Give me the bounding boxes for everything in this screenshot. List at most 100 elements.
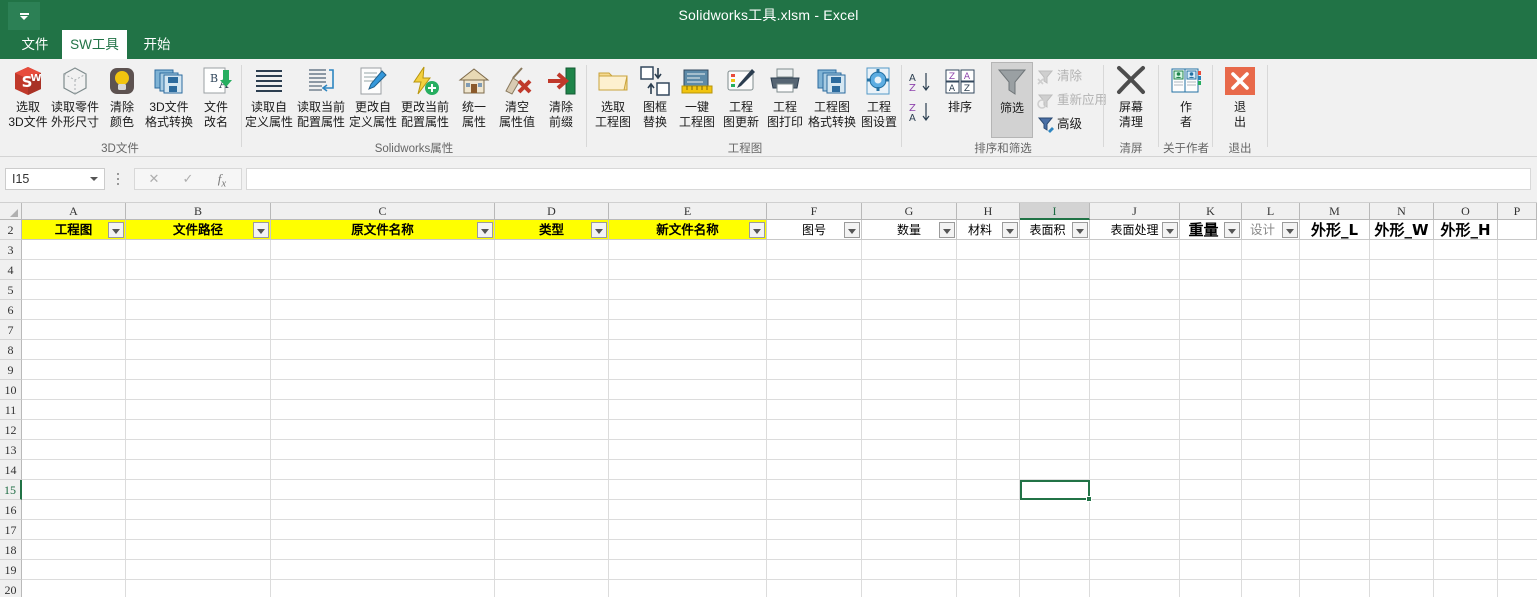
column-header-C[interactable]: C — [271, 203, 495, 220]
filter-dropdown-D[interactable] — [591, 222, 607, 238]
header-cell-L2[interactable]: 设计 — [1242, 220, 1300, 240]
row-header-17[interactable]: 17 — [0, 520, 22, 540]
column-header-P[interactable]: P — [1498, 203, 1537, 220]
row-header-11[interactable]: 11 — [0, 400, 22, 420]
row-header-16[interactable]: 16 — [0, 500, 22, 520]
tab-sw-tools[interactable]: SW工具 — [62, 30, 127, 59]
column-header-H[interactable]: H — [957, 203, 1020, 220]
column-header-F[interactable]: F — [767, 203, 862, 220]
column-header-J[interactable]: J — [1090, 203, 1180, 220]
row-header-5[interactable]: 5 — [0, 280, 22, 300]
ribbon-button-one-click-drawing[interactable]: 一键 工程图 — [675, 62, 719, 138]
selected-cell-I15[interactable] — [1020, 480, 1092, 502]
ribbon-button-read-current-config-props[interactable]: 读取当前 配置属性 — [293, 62, 349, 138]
cancel-icon[interactable]: ✕ — [137, 169, 171, 189]
ribbon-button-exit[interactable]: 退 出 — [1214, 62, 1266, 138]
ribbon-button-print-drawing[interactable]: 工程 图打印 — [763, 62, 807, 138]
column-header-A[interactable]: A — [22, 203, 126, 220]
row-header-18[interactable]: 18 — [0, 540, 22, 560]
ribbon-button-clear-filter[interactable]: 清除 — [1035, 65, 1105, 87]
select-all-corner[interactable] — [0, 203, 22, 220]
column-header-E[interactable]: E — [609, 203, 767, 220]
fill-handle[interactable] — [1086, 496, 1092, 502]
column-header-M[interactable]: M — [1300, 203, 1370, 220]
ribbon-button-clear-prop-values[interactable]: 清空 属性值 — [495, 62, 539, 138]
header-cell-H2[interactable]: 材料 — [957, 220, 1020, 240]
header-cell-E2[interactable]: 新文件名称 — [609, 220, 767, 240]
row-header-10[interactable]: 10 — [0, 380, 22, 400]
filter-dropdown-J[interactable] — [1162, 222, 1178, 238]
row-header-4[interactable]: 4 — [0, 260, 22, 280]
column-header-N[interactable]: N — [1370, 203, 1434, 220]
ribbon-button-filter[interactable]: 筛选 — [991, 62, 1033, 138]
ribbon-button-drawing-settings[interactable]: 工程 图设置 — [857, 62, 901, 138]
row-header-19[interactable]: 19 — [0, 560, 22, 580]
filter-dropdown-C[interactable] — [477, 222, 493, 238]
ribbon-button-sort[interactable]: Z A A Z 排序 — [933, 62, 987, 138]
row-header-8[interactable]: 8 — [0, 340, 22, 360]
header-cell-A2[interactable]: 工程图 — [22, 220, 126, 240]
filter-dropdown-F[interactable] — [844, 222, 860, 238]
filter-dropdown-H[interactable] — [1002, 222, 1018, 238]
filter-dropdown-A[interactable] — [108, 222, 124, 238]
header-cell-J2[interactable]: 表面处理 — [1090, 220, 1180, 240]
filter-dropdown-B[interactable] — [253, 222, 269, 238]
row-header-9[interactable]: 9 — [0, 360, 22, 380]
ribbon-button-read-custom-props[interactable]: 读取自 定义属性 — [245, 62, 293, 138]
ribbon-button-update-drawing[interactable]: 工程 图更新 — [719, 62, 763, 138]
filter-dropdown-G[interactable] — [939, 222, 955, 238]
ribbon-button-rename-file[interactable]: B A 文件 改名 — [189, 62, 243, 138]
ribbon-button-change-current-config-props[interactable]: 更改当前 配置属性 — [397, 62, 453, 138]
filter-dropdown-E[interactable] — [749, 222, 765, 238]
row-header-12[interactable]: 12 — [0, 420, 22, 440]
column-header-O[interactable]: O — [1434, 203, 1498, 220]
name-box[interactable]: I15 — [5, 168, 105, 190]
row-header-13[interactable]: 13 — [0, 440, 22, 460]
column-header-G[interactable]: G — [862, 203, 957, 220]
column-header-D[interactable]: D — [495, 203, 609, 220]
header-cell-D2[interactable]: 类型 — [495, 220, 609, 240]
row-header-7[interactable]: 7 — [0, 320, 22, 340]
column-header-K[interactable]: K — [1180, 203, 1242, 220]
ribbon-button-select-3d-file[interactable]: S W 选取 3D文件 — [1, 62, 55, 138]
filter-dropdown-I[interactable] — [1072, 222, 1088, 238]
header-cell-C2[interactable]: 原文件名称 — [271, 220, 495, 240]
ribbon-button-clear-color[interactable]: 清除 颜色 — [95, 62, 149, 138]
header-cell-G2[interactable]: 数量 — [862, 220, 957, 240]
sort-icon-column[interactable]: A Z Z A — [907, 67, 933, 129]
ribbon-button-change-custom-props[interactable]: 更改自 定义属性 — [349, 62, 397, 138]
filter-dropdown-K[interactable] — [1224, 222, 1240, 238]
fx-icon[interactable]: fx — [205, 169, 239, 190]
check-icon[interactable]: ✓ — [171, 169, 205, 189]
ribbon-button-advanced-filter[interactable]: 高级 — [1035, 113, 1105, 135]
ribbon-button-clear-prefix[interactable]: 清除 前缀 — [539, 62, 583, 138]
filter-dropdown-L[interactable] — [1282, 222, 1298, 238]
ribbon-button-read-part-dimensions[interactable]: 读取零件 外形尺寸 — [48, 62, 102, 138]
row-header-14[interactable]: 14 — [0, 460, 22, 480]
ribbon-button-3d-format-convert[interactable]: 3D文件 格式转换 — [142, 62, 196, 138]
header-cell-K2[interactable]: 重量 — [1180, 220, 1242, 240]
column-header-B[interactable]: B — [126, 203, 271, 220]
row-header-20[interactable]: 20 — [0, 580, 22, 597]
ribbon-button-drawing-format-convert[interactable]: 工程图 格式转换 — [807, 62, 857, 138]
header-cell-N2[interactable]: 外形_W — [1370, 220, 1434, 240]
header-cell-B2[interactable]: 文件路径 — [126, 220, 271, 240]
tab-home[interactable]: 开始 — [131, 30, 183, 59]
row-header-2[interactable]: 2 — [0, 220, 22, 240]
row-header-15[interactable]: 15 — [0, 480, 22, 500]
column-header-L[interactable]: L — [1242, 203, 1300, 220]
header-cell-O2[interactable]: 外形_H — [1434, 220, 1498, 240]
header-cell-M2[interactable]: 外形_L — [1300, 220, 1370, 240]
row-header-6[interactable]: 6 — [0, 300, 22, 320]
ribbon-button-clear-screen[interactable]: 屏幕 清理 — [1105, 62, 1157, 138]
ribbon-button-unify-props[interactable]: 统一 属性 — [453, 62, 495, 138]
tab-file[interactable]: 文件 — [8, 30, 62, 59]
formula-input[interactable] — [246, 168, 1531, 190]
header-cell-P2[interactable] — [1498, 220, 1537, 240]
ribbon-button-select-drawing[interactable]: 选取 工程图 — [591, 62, 635, 138]
header-cell-I2[interactable]: 表面积 — [1020, 220, 1090, 240]
header-cell-F2[interactable]: 图号 — [767, 220, 862, 240]
column-header-I[interactable]: I — [1020, 203, 1090, 220]
chevron-down-icon[interactable] — [90, 177, 98, 181]
row-header-3[interactable]: 3 — [0, 240, 22, 260]
